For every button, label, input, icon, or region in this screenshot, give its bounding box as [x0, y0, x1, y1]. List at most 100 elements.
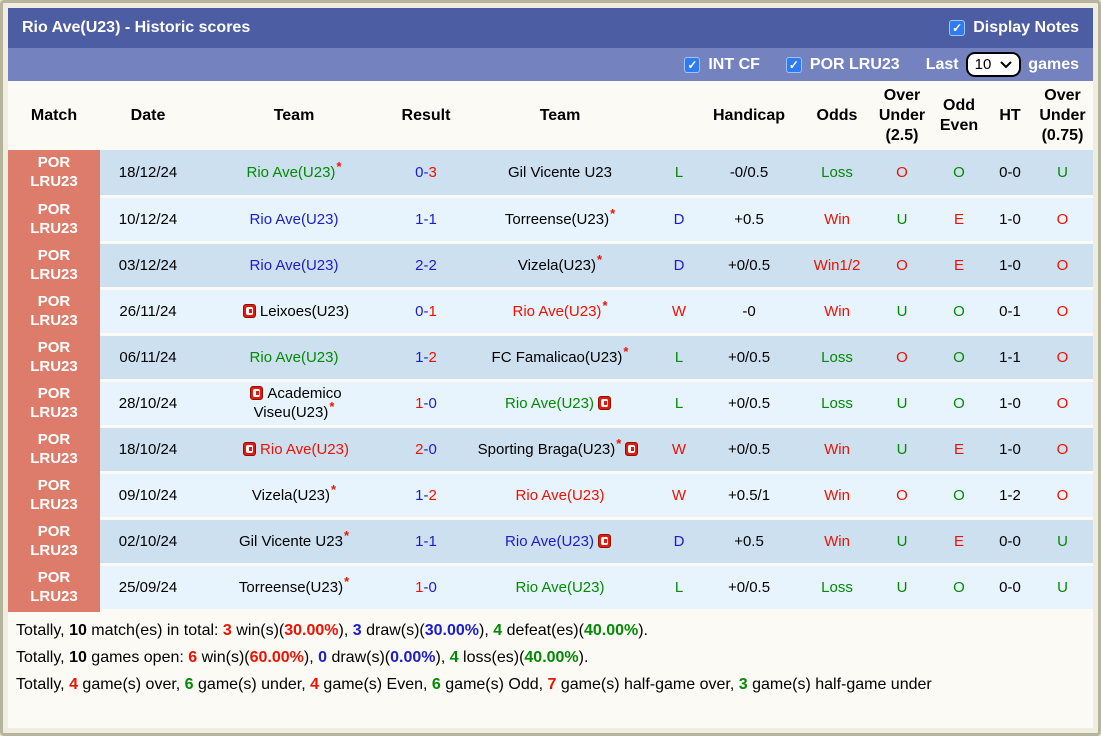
match-league: POR LRU23 — [8, 564, 100, 612]
away-score: 0 — [428, 394, 437, 412]
home-score: 1 — [415, 210, 424, 228]
star-marker: * — [623, 343, 629, 359]
historic-scores-panel: Rio Ave(U23) - Historic scores ✓ Display… — [0, 0, 1101, 736]
odd-even-cell: E — [930, 426, 988, 474]
summary-segment: game(s) over, — [77, 675, 185, 693]
summary-segment: ), — [435, 648, 450, 666]
home-team-cell: Rio Ave(U23) — [196, 334, 392, 382]
away-team-cell: Vizela(U23)* — [460, 242, 660, 290]
team-name: Rio Ave(U23) — [249, 348, 339, 366]
display-notes-checkbox[interactable]: ✓ — [949, 20, 966, 36]
match-date: 02/10/24 — [100, 518, 196, 566]
summary-segment: 10 — [69, 648, 87, 666]
odd-even: O — [953, 486, 965, 504]
team: Rio Ave(U23) — [505, 395, 615, 412]
summary-segment: win(s)( — [197, 648, 250, 666]
summary-segment: game(s) Even, — [318, 675, 432, 693]
match-league: POR LRU23 — [8, 196, 100, 244]
team: Rio Ave(U23) — [250, 257, 339, 274]
over-under-25: U — [896, 578, 908, 596]
match-league: POR LRU23 — [8, 426, 100, 474]
over-under-25: U — [896, 394, 908, 412]
last-games-select[interactable]: 10 — [965, 52, 1022, 77]
over-under-075: O — [1056, 486, 1069, 504]
star-marker: * — [344, 573, 350, 589]
home-team-cell: Rio Ave(U23)* — [196, 150, 392, 198]
team-name: FC Famalicao(U23) — [491, 348, 623, 366]
team: Rio Ave(U23)* — [247, 160, 342, 181]
ht-cell: 0-1 — [988, 288, 1032, 336]
team: Rio Ave(U23) — [250, 211, 339, 228]
filter-int-cf[interactable]: ✓ INT CF — [684, 56, 760, 74]
wdl-cell: L — [660, 380, 698, 428]
summary-segment: match(es) in total: — [86, 621, 223, 639]
wdl-letter: L — [674, 578, 684, 596]
odds-result: Win1/2 — [813, 256, 861, 274]
por-lru23-checkbox[interactable]: ✓ — [785, 56, 802, 73]
team-name: Rio Ave(U23) — [515, 486, 605, 504]
away-team-cell: Sporting Braga(U23)* — [460, 426, 660, 474]
over-under-075: O — [1056, 302, 1069, 320]
match-league: POR LRU23 — [8, 242, 100, 290]
odd-even-cell: O — [930, 380, 988, 428]
odd-even: O — [953, 163, 965, 181]
team: Academico Viseu(U23)* — [246, 385, 342, 421]
odds-result: Win — [824, 210, 850, 228]
team: Rio Ave(U23) — [250, 349, 339, 366]
result: 1-0 — [415, 395, 437, 412]
wdl-letter: L — [674, 163, 684, 181]
star-marker: * — [597, 251, 603, 267]
handicap-cell: +0/0.5 — [698, 564, 800, 612]
wdl-cell: W — [660, 426, 698, 474]
page-title: Rio Ave(U23) - Historic scores — [22, 19, 251, 36]
over-under-25-cell: U — [874, 518, 930, 566]
home-team-cell: Rio Ave(U23) — [196, 426, 392, 474]
result: 1-1 — [415, 211, 437, 228]
odds-cell: Loss — [800, 564, 874, 612]
summary-segment: game(s) half-game under — [747, 675, 932, 693]
table-row: POR LRU23 10/12/24 Rio Ave(U23) 1-1 Torreens… — [8, 196, 1093, 244]
handicap-cell: +0/0.5 — [698, 380, 800, 428]
match-league: POR LRU23 — [8, 150, 100, 198]
table-row: POR LRU23 26/11/24 Leixoes(U23) 0-1 Rio Ave(… — [8, 288, 1093, 336]
column-header-over-under-075: Over Under (0.75) — [1032, 81, 1093, 150]
column-header-ht: HT — [988, 81, 1032, 150]
filter-por-lru23[interactable]: ✓ POR LRU23 — [785, 56, 900, 74]
team-name: Rio Ave(U23) — [249, 210, 339, 228]
odds-cell: Win — [800, 426, 874, 474]
handicap-cell: +0.5 — [698, 196, 800, 244]
over-under-25-cell: U — [874, 380, 930, 428]
int-cf-checkbox[interactable]: ✓ — [684, 56, 701, 73]
summary-segment: Totally, — [16, 675, 70, 693]
odds-result: Loss — [821, 348, 853, 366]
odds-result: Loss — [821, 578, 853, 596]
away-score: 0 — [428, 440, 437, 458]
over-under-075: U — [1057, 163, 1068, 181]
chevron-down-icon — [1000, 60, 1013, 68]
column-header-wdl — [660, 81, 698, 150]
result-cell: 1-1 — [392, 518, 460, 566]
summary-segment: game(s) Odd, — [440, 675, 548, 693]
odds-result: Win — [824, 486, 850, 504]
handicap-cell: +0/0.5 — [698, 242, 800, 290]
result: 0-1 — [415, 303, 437, 320]
ht-cell: 1-0 — [988, 242, 1032, 290]
column-header-result: Result — [392, 81, 460, 150]
team-name: Rio Ave(U23) — [249, 256, 339, 274]
team-name: Gil Vicente U23 — [508, 163, 612, 181]
summary-segment: 40.00% — [583, 621, 639, 639]
display-notes-toggle[interactable]: ✓ Display Notes — [949, 19, 1079, 37]
ht-cell: 1-0 — [988, 426, 1032, 474]
wdl-cell: D — [660, 242, 698, 290]
wdl-letter: D — [673, 532, 685, 550]
column-header-date: Date — [100, 81, 196, 150]
star-marker: * — [336, 158, 342, 174]
team-name: Vizela(U23) — [251, 486, 331, 504]
handicap-cell: -0/0.5 — [698, 150, 800, 198]
odd-even: O — [953, 578, 965, 596]
summary-segment: 0.00% — [390, 648, 436, 666]
over-under-075-cell: O — [1032, 426, 1093, 474]
ht-cell: 1-1 — [988, 334, 1032, 382]
red-card-icon — [625, 441, 639, 456]
ht-cell: 0-0 — [988, 518, 1032, 566]
